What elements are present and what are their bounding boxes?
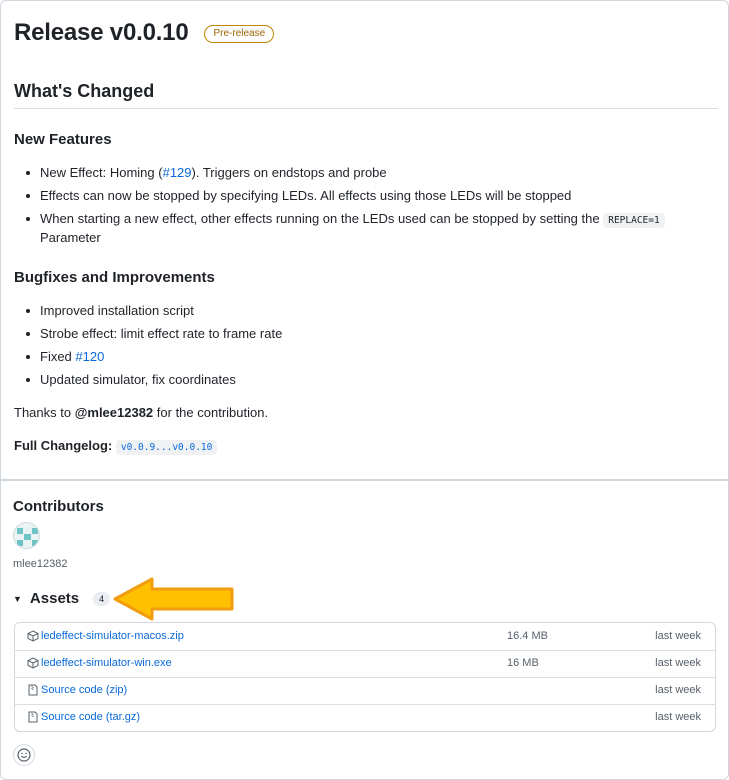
list-item-text: Updated simulator, fix coordinates xyxy=(40,372,236,387)
bugfixes-heading: Bugfixes and Improvements xyxy=(14,269,215,286)
assets-count-badge: 4 xyxy=(93,591,111,606)
asset-row[interactable]: ledeffect-simulator-win.exe 16 MB last w… xyxy=(15,650,715,677)
thanks-text: Thanks to xyxy=(14,405,75,420)
asset-row[interactable]: Source code (tar.gz) last week xyxy=(15,704,715,731)
asset-row[interactable]: Source code (zip) last week xyxy=(15,677,715,704)
list-item-text: Improved installation script xyxy=(40,303,194,318)
add-reaction-button[interactable] xyxy=(13,744,35,766)
list-item-text: Effects can now be stopped by specifying… xyxy=(40,188,572,203)
thanks-line: Thanks to @mlee12382 for the contributio… xyxy=(14,405,268,420)
list-item-text: Fixed xyxy=(40,349,76,364)
asset-link[interactable]: Source code (tar.gz) xyxy=(41,711,140,723)
heading-rule xyxy=(14,108,718,109)
asset-size: 16 MB xyxy=(507,657,539,669)
whats-changed-heading: What's Changed xyxy=(14,81,155,101)
issue-link-129[interactable]: #129 xyxy=(163,165,192,180)
assets-list: ledeffect-simulator-macos.zip 16.4 MB la… xyxy=(14,622,716,732)
caret-down-icon: ▼ xyxy=(13,593,22,604)
contributors-heading: Contributors xyxy=(13,498,104,515)
new-features-heading: New Features xyxy=(14,131,112,148)
list-item: Updated simulator, fix coordinates xyxy=(26,371,282,388)
asset-link[interactable]: ledeffect-simulator-macos.zip xyxy=(41,630,184,642)
list-item: New Effect: Homing (#129). Triggers on e… xyxy=(26,164,665,181)
avatar[interactable] xyxy=(13,522,40,549)
file-zip-icon xyxy=(28,711,38,723)
list-item: Strobe effect: limit effect rate to fram… xyxy=(26,325,282,342)
list-item: Effects can now be stopped by specifying… xyxy=(26,187,665,204)
asset-date: last week xyxy=(655,711,701,723)
assets-toggle[interactable]: ▼ Assets 4 xyxy=(13,590,111,607)
list-item: Fixed #120 xyxy=(26,348,282,365)
user-mention[interactable]: @mlee12382 xyxy=(75,405,153,420)
replace-param-code: REPLACE=1 xyxy=(603,213,665,228)
list-item-text: Parameter xyxy=(40,230,101,245)
list-item: Improved installation script xyxy=(26,302,282,319)
bugfixes-list: Improved installation script Strobe effe… xyxy=(26,302,282,394)
list-item-text: New Effect: Homing ( xyxy=(40,165,163,180)
issue-link-120[interactable]: #120 xyxy=(75,349,104,364)
package-icon xyxy=(27,657,39,669)
annotation-arrow-icon xyxy=(113,577,234,621)
asset-size: 16.4 MB xyxy=(507,630,548,642)
asset-link[interactable]: ledeffect-simulator-win.exe xyxy=(41,657,172,669)
list-item-text: When starting a new effect, other effect… xyxy=(40,211,600,226)
list-item-text: Strobe effect: limit effect rate to fram… xyxy=(40,326,283,341)
asset-link[interactable]: Source code (zip) xyxy=(41,684,127,696)
asset-date: last week xyxy=(655,684,701,696)
list-item-text: ). Triggers on endstops and probe xyxy=(191,165,387,180)
release-title[interactable]: Release v0.0.10 xyxy=(14,19,189,47)
new-features-list: New Effect: Homing (#129). Triggers on e… xyxy=(26,164,665,252)
asset-date: last week xyxy=(655,657,701,669)
list-item: When starting a new effect, other effect… xyxy=(26,210,665,246)
release-header: Release v0.0.10 Pre-release xyxy=(14,19,275,47)
smiley-icon xyxy=(17,748,31,762)
changelog-compare-link[interactable]: v0.0.9...v0.0.10 xyxy=(115,440,218,455)
release-card: Release v0.0.10 Pre-release What's Chang… xyxy=(0,0,729,480)
changelog-line: Full Changelog: v0.0.9...v0.0.10 xyxy=(14,438,218,455)
changelog-label: Full Changelog: xyxy=(14,438,113,453)
package-icon xyxy=(27,630,39,642)
asset-date: last week xyxy=(655,630,701,642)
pre-release-badge: Pre-release xyxy=(204,25,275,43)
asset-row[interactable]: ledeffect-simulator-macos.zip 16.4 MB la… xyxy=(15,623,715,650)
contributor-name[interactable]: mlee12382 xyxy=(13,558,67,570)
file-zip-icon xyxy=(28,684,38,696)
thanks-text: for the contribution. xyxy=(153,405,269,420)
assets-heading: Assets xyxy=(29,590,80,607)
